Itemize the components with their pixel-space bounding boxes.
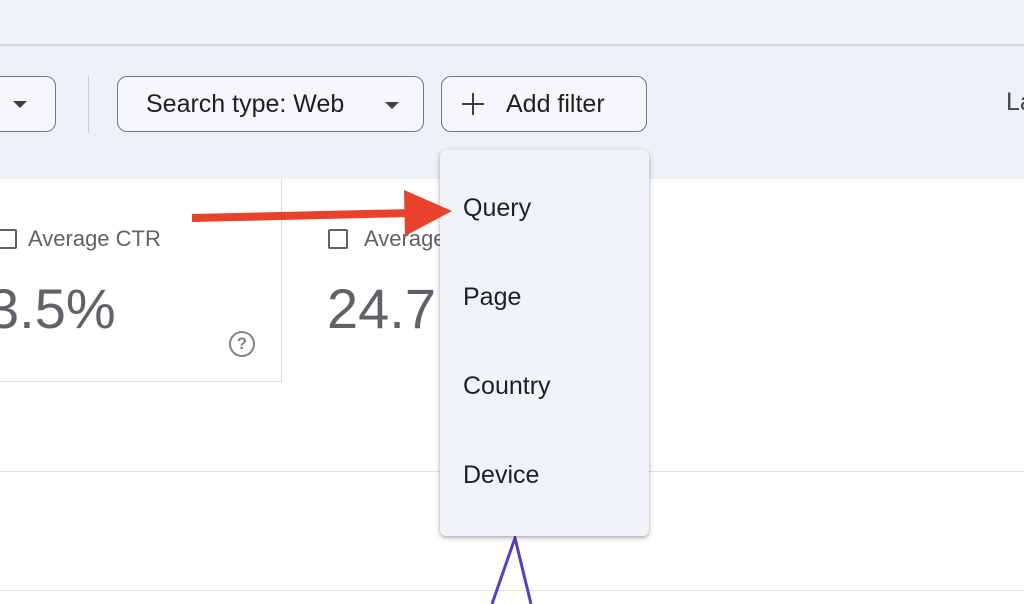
annotation-arrow-shaft	[191, 209, 413, 222]
annotation-arrow-head	[404, 190, 452, 236]
annotation-arrow-layer	[191, 190, 452, 236]
